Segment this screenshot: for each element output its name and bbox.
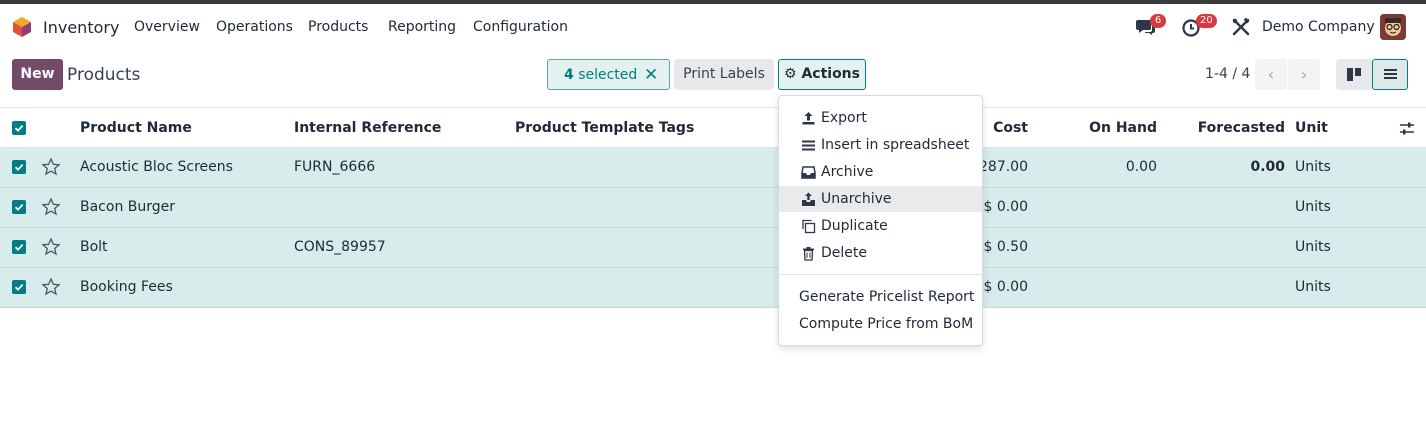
header-unit[interactable]: Unit (1295, 120, 1328, 136)
pager-prev-icon[interactable]: ‹ (1255, 59, 1287, 90)
menu-operations[interactable]: Operations (216, 19, 293, 35)
actions-label: Actions (801, 66, 860, 82)
table-row[interactable]: Bacon Burger $ 0.00 Units (0, 188, 1426, 228)
cell-unit: Units (1295, 159, 1331, 175)
header-on-hand[interactable]: On Hand (1089, 120, 1157, 136)
star-icon[interactable] (41, 277, 61, 297)
upload-icon (802, 112, 815, 125)
menu-item-generate-pricelist-report[interactable]: Generate Pricelist Report (779, 284, 982, 310)
cell-product-name: Bolt (80, 239, 108, 255)
copy-icon (802, 219, 816, 234)
row-checkbox[interactable] (12, 160, 26, 174)
column-settings-icon[interactable] (1399, 121, 1415, 137)
company-switcher[interactable]: Demo Company (1262, 19, 1375, 35)
row-checkbox[interactable] (12, 280, 26, 294)
select-all-checkbox[interactable] (12, 121, 26, 135)
cell-on-hand: 0.00 (1125, 159, 1157, 175)
unarchive-icon (802, 192, 815, 206)
cell-internal-reference: CONS_89957 (294, 239, 386, 255)
activities-badge: 20 (1196, 14, 1217, 28)
menu-reporting[interactable]: Reporting (388, 19, 456, 35)
menu-configuration[interactable]: Configuration (473, 19, 568, 35)
row-checkbox[interactable] (12, 200, 26, 214)
cell-product-name: Booking Fees (80, 279, 173, 295)
table-row[interactable]: Bolt CONS_89957 $ 0.50 Units (0, 228, 1426, 268)
inventory-app-icon[interactable] (12, 16, 32, 38)
cell-internal-reference: FURN_6666 (294, 159, 376, 175)
selection-pill: 4 selected ✕ (547, 59, 670, 90)
cell-cost: $ 0.00 (983, 199, 1028, 215)
cell-cost: $ 0.50 (983, 239, 1028, 255)
table-row[interactable]: Booking Fees $ 0.00 Units (0, 268, 1426, 308)
header-product-name[interactable]: Product Name (80, 120, 192, 136)
cell-unit: Units (1295, 239, 1331, 255)
row-checkbox[interactable] (12, 240, 26, 254)
menu-item-compute-price-from-bom[interactable]: Compute Price from BoM (779, 311, 982, 337)
new-button[interactable]: New (12, 59, 63, 90)
menu-item-export[interactable]: Export (779, 105, 982, 131)
menu-item-delete[interactable]: Delete (779, 240, 982, 266)
menu-item-unarchive[interactable]: Unarchive (779, 186, 982, 212)
print-labels-button[interactable]: Print Labels (674, 59, 774, 90)
kanban-view-button[interactable] (1336, 59, 1372, 90)
star-icon[interactable] (41, 237, 61, 257)
list-view-button[interactable] (1372, 59, 1408, 90)
inbox-icon (801, 166, 816, 179)
star-icon[interactable] (41, 157, 61, 177)
list-icon (802, 140, 815, 151)
messages-badge: 6 (1150, 14, 1166, 28)
tools-icon[interactable] (1230, 16, 1252, 38)
list-icon (1384, 69, 1397, 79)
trash-icon (803, 247, 814, 261)
gear-icon: ⚙ (784, 66, 797, 82)
menu-overview[interactable]: Overview (134, 19, 200, 35)
actions-dropdown: Export Insert in spreadsheet Archive Una… (778, 95, 983, 346)
header-forecasted[interactable]: Forecasted (1198, 120, 1285, 136)
user-avatar[interactable] (1380, 14, 1406, 40)
star-icon[interactable] (41, 197, 61, 217)
cell-unit: Units (1295, 199, 1331, 215)
dropdown-divider (779, 274, 982, 275)
header-internal-reference[interactable]: Internal Reference (294, 120, 441, 136)
menu-item-insert-spreadsheet[interactable]: Insert in spreadsheet (779, 132, 982, 158)
cell-product-name: Bacon Burger (80, 199, 176, 215)
menu-item-archive[interactable]: Archive (779, 159, 982, 185)
app-name[interactable]: Inventory (43, 18, 119, 37)
menu-item-duplicate[interactable]: Duplicate (779, 213, 982, 239)
selected-count: 4 (564, 67, 574, 83)
page-title: Products (67, 65, 141, 85)
navbar: Inventory Overview Operations Products R… (0, 4, 1426, 50)
cell-cost: $ 0.00 (983, 279, 1028, 295)
pager-value[interactable]: 1-4 / 4 (1205, 66, 1250, 82)
kanban-icon (1347, 68, 1361, 81)
cell-cost: 287.00 (979, 159, 1028, 175)
table-row[interactable]: Acoustic Bloc Screens FURN_6666 287.00 0… (0, 148, 1426, 188)
table-header: Product Name Internal Reference Product … (0, 107, 1426, 148)
pager-next-icon[interactable]: › (1288, 59, 1320, 90)
cell-unit: Units (1295, 279, 1331, 295)
header-cost[interactable]: Cost (993, 120, 1028, 136)
selected-label: selected (578, 67, 638, 83)
cell-forecasted: 0.00 (1250, 159, 1285, 175)
actions-button[interactable]: ⚙ Actions (778, 59, 866, 90)
menu-products[interactable]: Products (308, 19, 368, 35)
cell-product-name: Acoustic Bloc Screens (80, 159, 233, 175)
clear-selection-icon[interactable]: ✕ (644, 65, 658, 85)
header-product-template-tags[interactable]: Product Template Tags (515, 120, 694, 136)
